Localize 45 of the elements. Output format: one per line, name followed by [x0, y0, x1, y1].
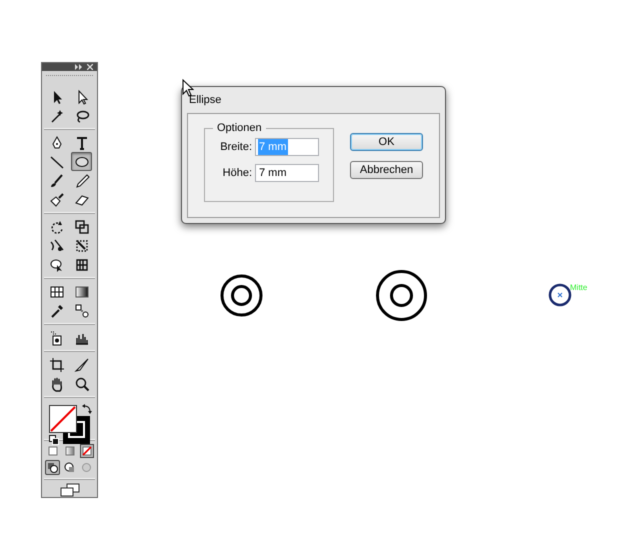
none-mode-icon: [80, 445, 92, 457]
default-colors-icon[interactable]: [49, 435, 59, 445]
field-label: Breite:: [220, 140, 252, 155]
slice-icon: [74, 356, 90, 372]
group-label: Optionen: [213, 121, 266, 135]
gradient-icon: [74, 284, 90, 300]
blend-icon: [74, 302, 90, 318]
scale-icon: [74, 218, 90, 234]
color-mode-button[interactable]: [80, 444, 94, 458]
swap-icon[interactable]: [82, 404, 92, 414]
draw-mode-button[interactable]: [62, 460, 77, 475]
draw-mode-icon: [63, 461, 76, 474]
wand-icon: [49, 108, 66, 124]
draw-mode-icon: [80, 461, 93, 474]
eyedropper-icon: [49, 302, 66, 318]
close-icon[interactable]: [87, 64, 93, 70]
line-icon: [49, 154, 66, 170]
brush-icon: [49, 172, 66, 188]
color-mode-icon: [46, 445, 58, 457]
gradient-mode-icon: [64, 445, 76, 457]
magnifier-icon: [74, 376, 90, 392]
draw-mode-button[interactable]: [45, 460, 60, 475]
blob-brush-icon: [49, 192, 66, 208]
screen-mode-icon: [58, 483, 80, 497]
input-field[interactable]: 7 mm: [255, 164, 319, 182]
draw-mode-icon: [46, 461, 59, 474]
artboard-icon: [49, 356, 66, 372]
ring-shape: [220, 274, 263, 317]
color-mode-button[interactable]: [46, 444, 60, 458]
ring-shape: [375, 269, 428, 322]
collapse-icon[interactable]: [75, 64, 83, 70]
selected-circle: [548, 283, 572, 307]
mesh-icon: [49, 284, 66, 300]
smart-guide-label: Mitte: [570, 283, 588, 293]
color-mode-button[interactable]: [62, 444, 76, 458]
fill-stroke-swatch[interactable]: [49, 405, 90, 444]
tool-button[interactable]: [71, 152, 92, 171]
screen-mode-button[interactable]: [58, 483, 80, 497]
rotate-icon: [49, 218, 66, 234]
cursor-icon: [182, 79, 194, 97]
field-label: Höhe:: [222, 166, 252, 181]
dialog-button[interactable]: OK: [350, 133, 423, 151]
dialog-button[interactable]: Abbrechen: [350, 161, 423, 179]
window-title: Ellipse: [189, 92, 222, 108]
pencil-icon: [74, 172, 90, 188]
